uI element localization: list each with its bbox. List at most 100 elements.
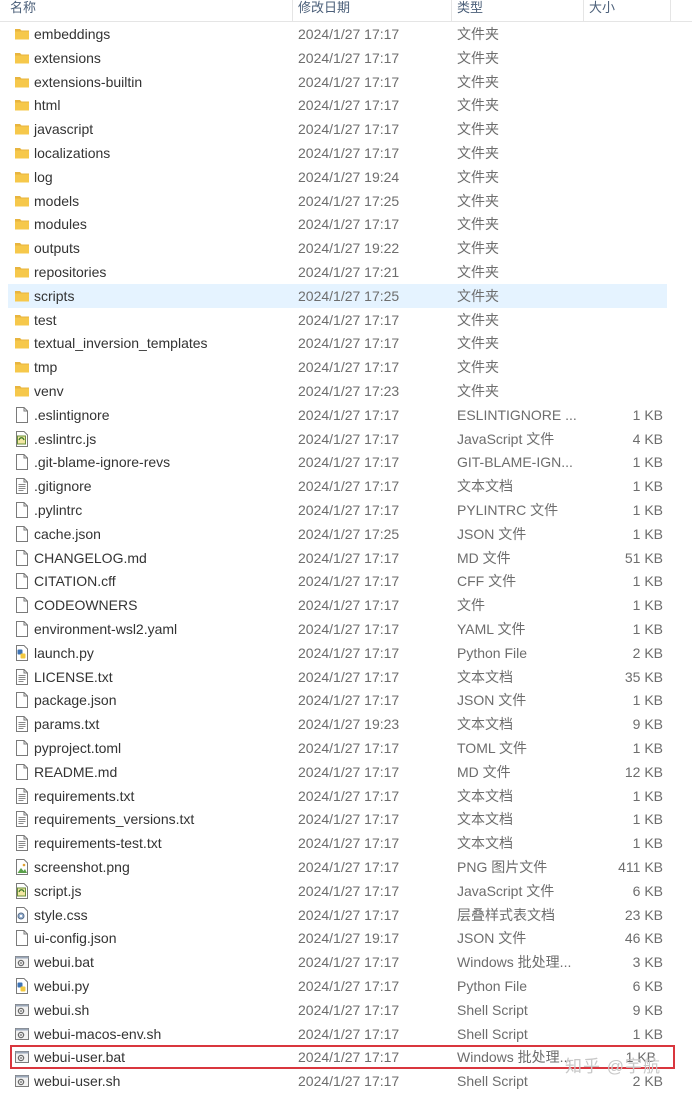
file-row[interactable]: webui-macos-env.sh 2024/1/27 17:17 Shell S… bbox=[0, 1022, 692, 1046]
file-row[interactable]: .eslintignore 2024/1/27 17:17 ESLINTIGNORE… bbox=[0, 403, 692, 427]
file-type: 文件夹 bbox=[457, 335, 499, 352]
file-date: 2024/1/27 17:17 bbox=[298, 740, 400, 756]
file-row[interactable]: test 2024/1/27 17:17 文件夹 bbox=[0, 308, 692, 332]
file-type: 文本文档 bbox=[457, 787, 513, 804]
file-row[interactable]: CITATION.cff 2024/1/27 17:17 CFF 文件 1 KB bbox=[0, 569, 692, 593]
file-row[interactable]: requirements_versions.txt 2024/1/27 17:17… bbox=[0, 807, 692, 831]
file-name: webui.sh bbox=[34, 1001, 90, 1018]
file-date: 2024/1/27 17:17 bbox=[298, 1049, 400, 1066]
column-divider[interactable] bbox=[583, 0, 584, 21]
file-type: Shell Script bbox=[457, 1025, 528, 1042]
file-row[interactable]: tmp 2024/1/27 17:17 文件夹 bbox=[0, 355, 692, 379]
file-row[interactable]: environment-wsl2.yaml 2024/1/27 17:17 YAML… bbox=[0, 617, 692, 641]
file-name: scripts bbox=[34, 287, 75, 304]
file-name: models bbox=[34, 192, 80, 209]
file-row[interactable]: .pylintrc 2024/1/27 17:17 PYLINTRC 文件 1 KB bbox=[0, 498, 692, 522]
file-row[interactable]: html 2024/1/27 17:17 文件夹 bbox=[0, 93, 692, 117]
file-name: venv bbox=[34, 383, 64, 399]
column-header-name[interactable]: 名称 bbox=[10, 0, 36, 21]
file-row[interactable]: launch.py 2024/1/27 17:17 Python File 2 KB bbox=[0, 641, 692, 665]
file-date: 2024/1/27 17:17 bbox=[298, 478, 400, 495]
file-row[interactable]: script.js 2024/1/27 17:17 JavaScript 文件 6 K… bbox=[0, 879, 692, 903]
file-date: 2024/1/27 17:25 bbox=[298, 525, 400, 542]
column-divider[interactable] bbox=[292, 0, 293, 21]
file-size: 51 KB bbox=[624, 549, 663, 566]
file-row[interactable]: venv 2024/1/27 17:23 文件夹 bbox=[0, 379, 692, 403]
file-type: 文件夹 bbox=[457, 216, 499, 233]
file-name: webui-user.bat bbox=[34, 1049, 126, 1066]
file-row[interactable]: modules 2024/1/27 17:17 文件夹 bbox=[0, 212, 692, 236]
file-type: 文件夹 bbox=[457, 49, 499, 66]
file-type: ESLINTIGNORE ... bbox=[457, 406, 577, 423]
file-date: 2024/1/27 17:17 bbox=[298, 216, 400, 233]
file-row[interactable]: requirements.txt 2024/1/27 17:17 文本文档 1 KB bbox=[0, 784, 692, 808]
file-row[interactable]: scripts 2024/1/27 17:25 文件夹 bbox=[8, 283, 667, 308]
file-type: 文件 bbox=[457, 597, 485, 614]
file-row[interactable]: extensions 2024/1/27 17:17 文件夹 bbox=[0, 46, 692, 70]
file-row[interactable]: javascript 2024/1/27 17:17 文件夹 bbox=[0, 117, 692, 141]
file-row[interactable]: .git-blame-ignore-revs 2024/1/27 17:17 GIT… bbox=[0, 450, 692, 474]
file-size: 1 KB bbox=[632, 1025, 663, 1042]
file-row[interactable]: ui-config.json 2024/1/27 19:17 JSON 文件 46 K… bbox=[0, 926, 692, 950]
file-type: 文件夹 bbox=[457, 192, 499, 209]
file-name: .eslintignore bbox=[34, 406, 110, 423]
blank-file-icon bbox=[14, 739, 30, 757]
folder-icon bbox=[14, 192, 30, 210]
file-row[interactable]: webui.sh 2024/1/27 17:17 Shell Script 9 KB bbox=[0, 998, 692, 1022]
column-divider[interactable] bbox=[451, 0, 452, 21]
file-row[interactable]: README.md 2024/1/27 17:17 MD 文件 12 KB bbox=[0, 760, 692, 784]
file-size: 1 KB bbox=[632, 621, 663, 637]
file-row[interactable]: extensions-builtin 2024/1/27 17:17 文件夹 bbox=[0, 70, 692, 94]
file-name: extensions bbox=[34, 49, 101, 66]
file-row[interactable]: params.txt 2024/1/27 19:23 文本文档 9 KB bbox=[0, 712, 692, 736]
file-row[interactable]: .gitignore 2024/1/27 17:17 文本文档 1 KB bbox=[0, 474, 692, 498]
file-row[interactable]: .eslintrc.js 2024/1/27 17:17 JavaScript 文件… bbox=[0, 427, 692, 451]
blank-file-icon bbox=[14, 596, 30, 614]
file-size: 1 KB bbox=[632, 811, 663, 828]
column-header-size[interactable]: 大小 bbox=[589, 0, 615, 21]
file-size: 1 KB bbox=[632, 573, 663, 590]
file-row[interactable]: webui.bat 2024/1/27 17:17 Windows 批处理... 3 … bbox=[0, 950, 692, 974]
file-name: params.txt bbox=[34, 716, 100, 733]
file-row[interactable]: webui.py 2024/1/27 17:17 Python File 6 KB bbox=[0, 974, 692, 998]
file-row[interactable]: embeddings 2024/1/27 17:17 文件夹 bbox=[0, 22, 692, 46]
file-size: 9 KB bbox=[632, 1001, 663, 1018]
file-type: 文件夹 bbox=[457, 311, 499, 328]
file-row[interactable]: CHANGELOG.md 2024/1/27 17:17 MD 文件 51 KB bbox=[0, 546, 692, 570]
python-file-icon bbox=[14, 644, 30, 662]
file-date: 2024/1/27 17:25 bbox=[298, 287, 400, 304]
file-name: requirements.txt bbox=[34, 787, 135, 804]
file-size: 1 KB bbox=[632, 835, 663, 852]
file-row[interactable]: pyproject.toml 2024/1/27 17:17 TOML 文件 1 KB bbox=[0, 736, 692, 760]
batch-file-icon bbox=[14, 953, 30, 971]
column-header-date[interactable]: 修改日期 bbox=[298, 0, 350, 21]
column-divider[interactable] bbox=[670, 0, 671, 21]
file-row[interactable]: screenshot.png 2024/1/27 17:17 PNG 图片文件 411… bbox=[0, 855, 692, 879]
file-row[interactable]: LICENSE.txt 2024/1/27 17:17 文本文档 35 KB bbox=[0, 665, 692, 689]
file-row[interactable]: localizations 2024/1/27 17:17 文件夹 bbox=[0, 141, 692, 165]
file-row[interactable]: textual_inversion_templates 2024/1/27 17:… bbox=[0, 331, 692, 355]
file-row[interactable]: package.json 2024/1/27 17:17 JSON 文件 1 KB bbox=[0, 688, 692, 712]
folder-icon bbox=[14, 215, 30, 233]
file-row[interactable]: requirements-test.txt 2024/1/27 17:17 文本文档… bbox=[0, 831, 692, 855]
file-size: 1 KB bbox=[632, 406, 663, 423]
file-row[interactable]: log 2024/1/27 19:24 文件夹 bbox=[0, 165, 692, 189]
file-date: 2024/1/27 17:17 bbox=[298, 454, 400, 471]
file-name: launch.py bbox=[34, 644, 94, 661]
folder-icon bbox=[14, 358, 30, 376]
file-date: 2024/1/27 17:17 bbox=[298, 811, 400, 828]
folder-icon bbox=[14, 382, 30, 400]
file-row[interactable]: repositories 2024/1/27 17:21 文件夹 bbox=[0, 260, 692, 284]
file-type: 层叠样式表文档 bbox=[457, 906, 555, 923]
file-row[interactable]: outputs 2024/1/27 19:22 文件夹 bbox=[0, 236, 692, 260]
folder-icon bbox=[14, 120, 30, 138]
file-date: 2024/1/27 17:17 bbox=[298, 359, 400, 376]
column-header-type[interactable]: 类型 bbox=[457, 0, 483, 21]
file-date: 2024/1/27 17:17 bbox=[298, 406, 400, 423]
file-name: test bbox=[34, 311, 57, 328]
file-row[interactable]: style.css 2024/1/27 17:17 层叠样式表文档 23 KB bbox=[0, 903, 692, 927]
file-type: JavaScript 文件 bbox=[457, 430, 555, 447]
file-row[interactable]: CODEOWNERS 2024/1/27 17:17 文件 1 KB bbox=[0, 593, 692, 617]
file-row[interactable]: models 2024/1/27 17:25 文件夹 bbox=[0, 189, 692, 213]
file-row[interactable]: cache.json 2024/1/27 17:25 JSON 文件 1 KB bbox=[0, 522, 692, 546]
